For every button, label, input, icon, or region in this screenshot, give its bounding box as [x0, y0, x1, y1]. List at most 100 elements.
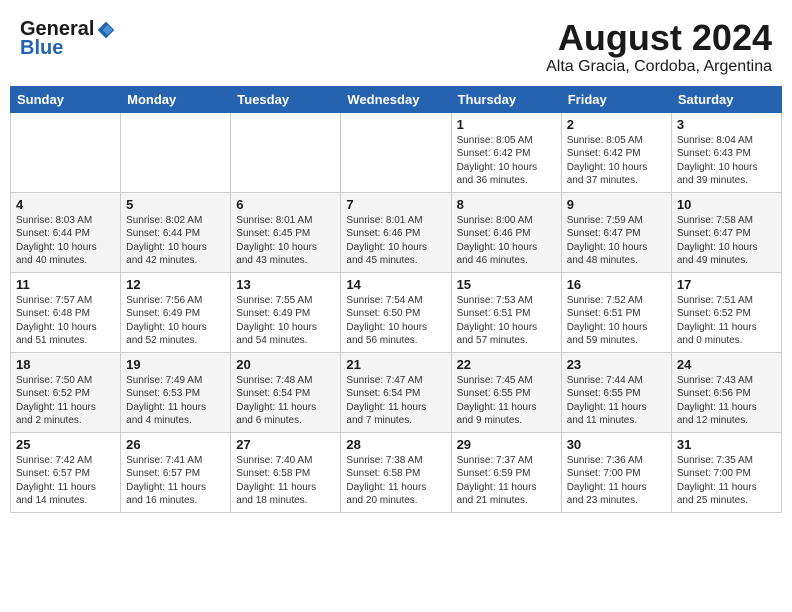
day-info: Sunrise: 7:45 AM Sunset: 6:55 PM Dayligh…	[457, 374, 556, 428]
weekday-header-sunday: Sunday	[11, 86, 121, 112]
day-cell: 5 Sunrise: 8:02 AM Sunset: 6:44 PM Daylig…	[121, 192, 231, 272]
day-number: 5	[126, 197, 225, 212]
day-number: 18	[16, 357, 115, 372]
weekday-header-thursday: Thursday	[451, 86, 561, 112]
month-year: August 2024	[546, 18, 772, 58]
day-cell: 2 Sunrise: 8:05 AM Sunset: 6:42 PM Daylig…	[561, 112, 671, 192]
day-info: Sunrise: 8:03 AM Sunset: 6:44 PM Dayligh…	[16, 214, 115, 268]
day-number: 30	[567, 437, 666, 452]
day-cell: 14 Sunrise: 7:54 AM Sunset: 6:50 PM Dayli…	[341, 272, 451, 352]
day-cell: 25 Sunrise: 7:42 AM Sunset: 6:57 PM Dayli…	[11, 432, 121, 512]
day-number: 2	[567, 117, 666, 132]
day-cell: 23 Sunrise: 7:44 AM Sunset: 6:55 PM Dayli…	[561, 352, 671, 432]
day-cell: 1 Sunrise: 8:05 AM Sunset: 6:42 PM Daylig…	[451, 112, 561, 192]
day-number: 15	[457, 277, 556, 292]
day-number: 11	[16, 277, 115, 292]
day-number: 7	[346, 197, 445, 212]
day-info: Sunrise: 7:57 AM Sunset: 6:48 PM Dayligh…	[16, 294, 115, 348]
day-cell: 7 Sunrise: 8:01 AM Sunset: 6:46 PM Daylig…	[341, 192, 451, 272]
day-cell: 21 Sunrise: 7:47 AM Sunset: 6:54 PM Dayli…	[341, 352, 451, 432]
weekday-header-row: SundayMondayTuesdayWednesdayThursdayFrid…	[11, 86, 782, 112]
location: Alta Gracia, Cordoba, Argentina	[546, 58, 772, 76]
day-info: Sunrise: 7:37 AM Sunset: 6:59 PM Dayligh…	[457, 454, 556, 508]
day-number: 26	[126, 437, 225, 452]
day-cell: 8Sunrise: 8:00 AM Sunset: 6:46 PM Daylig…	[451, 192, 561, 272]
day-number: 19	[126, 357, 225, 372]
day-number: 20	[236, 357, 335, 372]
day-cell	[231, 112, 341, 192]
day-number: 10	[677, 197, 776, 212]
day-cell: 13 Sunrise: 7:55 AM Sunset: 6:49 PM Dayli…	[231, 272, 341, 352]
day-cell: 27 Sunrise: 7:40 AM Sunset: 6:58 PM Dayli…	[231, 432, 341, 512]
day-cell	[121, 112, 231, 192]
day-number: 16	[567, 277, 666, 292]
day-info: Sunrise: 7:48 AM Sunset: 6:54 PM Dayligh…	[236, 374, 335, 428]
logo-blue-text: Blue	[20, 37, 63, 60]
day-number: 14	[346, 277, 445, 292]
day-cell: 31 Sunrise: 7:35 AM Sunset: 7:00 PM Dayli…	[671, 432, 781, 512]
day-info: Sunrise: 7:56 AM Sunset: 6:49 PM Dayligh…	[126, 294, 225, 348]
week-row-3: 11 Sunrise: 7:57 AM Sunset: 6:48 PM Dayli…	[11, 272, 782, 352]
day-info: Sunrise: 7:40 AM Sunset: 6:58 PM Dayligh…	[236, 454, 335, 508]
day-number: 3	[677, 117, 776, 132]
day-number: 27	[236, 437, 335, 452]
day-info: Sunrise: 7:47 AM Sunset: 6:54 PM Dayligh…	[346, 374, 445, 428]
day-cell: 22Sunrise: 7:45 AM Sunset: 6:55 PM Dayli…	[451, 352, 561, 432]
day-cell: 9Sunrise: 7:59 AM Sunset: 6:47 PM Daylig…	[561, 192, 671, 272]
day-cell: 15 Sunrise: 7:53 AM Sunset: 6:51 PM Dayli…	[451, 272, 561, 352]
day-info: Sunrise: 7:54 AM Sunset: 6:50 PM Dayligh…	[346, 294, 445, 348]
week-row-5: 25 Sunrise: 7:42 AM Sunset: 6:57 PM Dayli…	[11, 432, 782, 512]
day-info: Sunrise: 7:43 AM Sunset: 6:56 PM Dayligh…	[677, 374, 776, 428]
day-info: Sunrise: 7:50 AM Sunset: 6:52 PM Dayligh…	[16, 374, 115, 428]
week-row-4: 18 Sunrise: 7:50 AM Sunset: 6:52 PM Dayli…	[11, 352, 782, 432]
week-row-1: 1 Sunrise: 8:05 AM Sunset: 6:42 PM Daylig…	[11, 112, 782, 192]
day-info: Sunrise: 7:35 AM Sunset: 7:00 PM Dayligh…	[677, 454, 776, 508]
month-title: August 2024 Alta Gracia, Cordoba, Argent…	[546, 18, 772, 76]
day-cell: 28Sunrise: 7:38 AM Sunset: 6:58 PM Dayli…	[341, 432, 451, 512]
day-cell: 18 Sunrise: 7:50 AM Sunset: 6:52 PM Dayli…	[11, 352, 121, 432]
day-number: 4	[16, 197, 115, 212]
day-info: Sunrise: 7:42 AM Sunset: 6:57 PM Dayligh…	[16, 454, 115, 508]
day-cell: 17Sunrise: 7:51 AM Sunset: 6:52 PM Dayli…	[671, 272, 781, 352]
day-info: Sunrise: 7:59 AM Sunset: 6:47 PM Dayligh…	[567, 214, 666, 268]
weekday-header-friday: Friday	[561, 86, 671, 112]
day-info: Sunrise: 8:05 AM Sunset: 6:42 PM Dayligh…	[567, 134, 666, 188]
day-number: 13	[236, 277, 335, 292]
day-info: Sunrise: 7:58 AM Sunset: 6:47 PM Dayligh…	[677, 214, 776, 268]
day-cell	[341, 112, 451, 192]
day-info: Sunrise: 7:55 AM Sunset: 6:49 PM Dayligh…	[236, 294, 335, 348]
day-info: Sunrise: 8:01 AM Sunset: 6:45 PM Dayligh…	[236, 214, 335, 268]
day-cell: 3 Sunrise: 8:04 AM Sunset: 6:43 PM Daylig…	[671, 112, 781, 192]
weekday-header-wednesday: Wednesday	[341, 86, 451, 112]
calendar-table: SundayMondayTuesdayWednesdayThursdayFrid…	[10, 86, 782, 513]
day-cell: 19 Sunrise: 7:49 AM Sunset: 6:53 PM Dayli…	[121, 352, 231, 432]
day-info: Sunrise: 7:49 AM Sunset: 6:53 PM Dayligh…	[126, 374, 225, 428]
week-row-2: 4 Sunrise: 8:03 AM Sunset: 6:44 PM Daylig…	[11, 192, 782, 272]
day-number: 23	[567, 357, 666, 372]
day-number: 29	[457, 437, 556, 452]
day-info: Sunrise: 8:02 AM Sunset: 6:44 PM Dayligh…	[126, 214, 225, 268]
day-info: Sunrise: 8:04 AM Sunset: 6:43 PM Dayligh…	[677, 134, 776, 188]
weekday-header-tuesday: Tuesday	[231, 86, 341, 112]
day-cell: 30 Sunrise: 7:36 AM Sunset: 7:00 PM Dayli…	[561, 432, 671, 512]
day-info: Sunrise: 8:05 AM Sunset: 6:42 PM Dayligh…	[457, 134, 556, 188]
logo: General Blue	[20, 18, 116, 60]
day-info: Sunrise: 7:53 AM Sunset: 6:51 PM Dayligh…	[457, 294, 556, 348]
day-cell: 12Sunrise: 7:56 AM Sunset: 6:49 PM Dayli…	[121, 272, 231, 352]
day-info: Sunrise: 7:38 AM Sunset: 6:58 PM Dayligh…	[346, 454, 445, 508]
page-header: General Blue August 2024 Alta Gracia, Co…	[10, 10, 782, 82]
day-cell: 4 Sunrise: 8:03 AM Sunset: 6:44 PM Daylig…	[11, 192, 121, 272]
day-cell	[11, 112, 121, 192]
day-info: Sunrise: 8:01 AM Sunset: 6:46 PM Dayligh…	[346, 214, 445, 268]
day-cell: 20 Sunrise: 7:48 AM Sunset: 6:54 PM Dayli…	[231, 352, 341, 432]
logo-icon	[96, 20, 116, 40]
day-number: 1	[457, 117, 556, 132]
day-info: Sunrise: 7:44 AM Sunset: 6:55 PM Dayligh…	[567, 374, 666, 428]
day-cell: 11 Sunrise: 7:57 AM Sunset: 6:48 PM Dayli…	[11, 272, 121, 352]
day-number: 24	[677, 357, 776, 372]
day-number: 21	[346, 357, 445, 372]
day-number: 17	[677, 277, 776, 292]
day-number: 25	[16, 437, 115, 452]
day-number: 31	[677, 437, 776, 452]
day-info: Sunrise: 7:36 AM Sunset: 7:00 PM Dayligh…	[567, 454, 666, 508]
